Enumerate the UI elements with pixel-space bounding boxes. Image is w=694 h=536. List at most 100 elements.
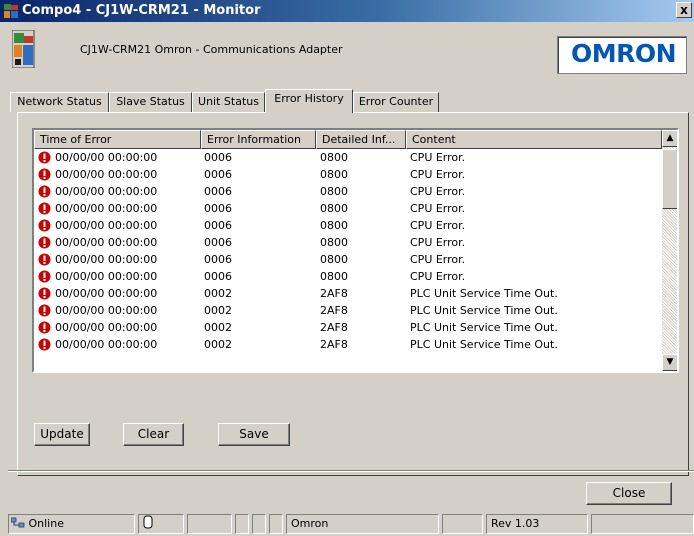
error-icon — [38, 270, 51, 283]
device-icon — [12, 30, 35, 68]
cell-error-information: 0002 — [204, 287, 232, 300]
cell-content: CPU Error. — [410, 270, 466, 283]
cell-error-information: 0002 — [204, 338, 232, 351]
table-row[interactable]: 00/00/00 00:00:00 0006 0800 CPU Error. — [34, 217, 661, 234]
cell-error-information: 0006 — [204, 253, 232, 266]
logo-text: OMRON — [571, 39, 677, 68]
cell-time-of-error: 00/00/00 00:00:00 — [55, 287, 158, 300]
scroll-down-button[interactable]: ▼ — [662, 354, 677, 371]
cell-content: PLC Unit Service Time Out. — [410, 338, 558, 351]
error-icon — [38, 185, 51, 198]
cell-time-of-error: 00/00/00 00:00:00 — [55, 151, 158, 164]
scroll-up-button[interactable]: ▲ — [662, 130, 677, 147]
scroll-thumb[interactable] — [662, 149, 677, 209]
status-vendor: Omron — [286, 514, 439, 534]
error-icon — [38, 168, 51, 181]
cell-error-information: 0002 — [204, 304, 232, 317]
cell-time-of-error: 00/00/00 00:00:00 — [55, 236, 158, 249]
status-cell-blank-5 — [442, 514, 483, 534]
cell-error-information: 0002 — [204, 321, 232, 334]
table-row[interactable]: 00/00/00 00:00:00 0006 0800 CPU Error. — [34, 268, 661, 285]
cell-detailed-information: 0800 — [320, 151, 348, 164]
error-icon — [38, 219, 51, 232]
status-cell-blank-2 — [235, 514, 249, 534]
table-row[interactable]: 00/00/00 00:00:00 0002 2AF8 PLC Unit Servic… — [34, 319, 661, 336]
error-icon — [38, 236, 51, 249]
table-row[interactable]: 00/00/00 00:00:00 0006 0800 CPU Error. — [34, 166, 661, 183]
save-button[interactable]: Save — [218, 423, 290, 446]
table-row[interactable]: 00/00/00 00:00:00 0002 2AF8 PLC Unit Servic… — [34, 302, 661, 319]
cylinder-icon — [143, 515, 153, 529]
cell-error-information: 0006 — [204, 236, 232, 249]
cell-detailed-information: 0800 — [320, 253, 348, 266]
cell-detailed-information: 0800 — [320, 168, 348, 181]
tab-error-history[interactable]: Error History — [265, 89, 353, 113]
cell-detailed-information: 0800 — [320, 219, 348, 232]
status-indicator — [138, 514, 184, 534]
table-row[interactable]: 00/00/00 00:00:00 0006 0800 CPU Error. — [34, 183, 661, 200]
cell-time-of-error: 00/00/00 00:00:00 — [55, 202, 158, 215]
table-row[interactable]: 00/00/00 00:00:00 0002 2AF8 PLC Unit Servic… — [34, 336, 661, 353]
cell-detailed-information: 0800 — [320, 236, 348, 249]
status-cell-blank-4 — [269, 514, 283, 534]
cell-detailed-information: 2AF8 — [320, 321, 348, 334]
window-close-button[interactable]: x — [676, 2, 692, 18]
cell-detailed-information: 2AF8 — [320, 287, 348, 300]
footer-divider — [8, 470, 694, 472]
table-row[interactable]: 00/00/00 00:00:00 0006 0800 CPU Error. — [34, 251, 661, 268]
column-error-information[interactable]: Error Information — [201, 130, 316, 149]
cell-time-of-error: 00/00/00 00:00:00 — [55, 185, 158, 198]
table-row[interactable]: 00/00/00 00:00:00 0006 0800 CPU Error. — [34, 149, 661, 166]
cell-time-of-error: 00/00/00 00:00:00 — [55, 253, 158, 266]
error-icon — [38, 287, 51, 300]
window-title: Compo4 - CJ1W-CRM21 - Monitor — [22, 3, 261, 18]
network-icon — [10, 517, 25, 528]
cell-detailed-information: 0800 — [320, 202, 348, 215]
cell-content: CPU Error. — [410, 202, 466, 215]
update-button[interactable]: Update — [34, 423, 90, 446]
title-bar: Compo4 - CJ1W-CRM21 - Monitor x — [0, 0, 694, 22]
tab-error-counter[interactable]: Error Counter — [353, 92, 439, 112]
error-icon — [38, 202, 51, 215]
cell-error-information: 0006 — [204, 151, 232, 164]
table-row[interactable]: 00/00/00 00:00:00 0002 2AF8 PLC Unit Servic… — [34, 285, 661, 302]
cell-detailed-information: 2AF8 — [320, 338, 348, 351]
vertical-scrollbar[interactable]: ▲ ▼ — [662, 130, 677, 371]
tab-slave-status[interactable]: Slave Status — [109, 92, 192, 112]
status-cell-blank-6 — [591, 514, 694, 534]
error-icon — [38, 321, 51, 334]
cell-error-information: 0006 — [204, 270, 232, 283]
cell-detailed-information: 2AF8 — [320, 304, 348, 317]
device-label: CJ1W-CRM21 Omron - Communications Adapte… — [80, 43, 343, 56]
cell-error-information: 0006 — [204, 168, 232, 181]
cell-detailed-information: 0800 — [320, 270, 348, 283]
table-row[interactable]: 00/00/00 00:00:00 0006 0800 CPU Error. — [34, 200, 661, 217]
list-header: Time of Error Error Information Detailed… — [34, 130, 677, 149]
device-header: CJ1W-CRM21 Omron - Communications Adapte… — [8, 26, 694, 78]
tab-unit-status[interactable]: Unit Status — [192, 92, 265, 112]
cell-content: PLC Unit Service Time Out. — [410, 287, 558, 300]
cell-time-of-error: 00/00/00 00:00:00 — [55, 338, 158, 351]
cell-time-of-error: 00/00/00 00:00:00 — [55, 321, 158, 334]
cell-time-of-error: 00/00/00 00:00:00 — [55, 270, 158, 283]
status-cell-blank-1 — [187, 514, 232, 534]
cell-error-information: 0006 — [204, 202, 232, 215]
status-bar: Online Omron Rev 1.03 — [8, 512, 694, 536]
tab-network-status[interactable]: Network Status — [10, 92, 109, 112]
cell-content: CPU Error. — [410, 185, 466, 198]
cell-detailed-information: 0800 — [320, 185, 348, 198]
status-cell-blank-3 — [252, 514, 266, 534]
cell-content: CPU Error. — [410, 253, 466, 266]
error-icon — [38, 304, 51, 317]
close-button[interactable]: Close — [586, 482, 672, 505]
column-time-of-error[interactable]: Time of Error — [34, 130, 201, 149]
error-icon — [38, 151, 51, 164]
column-detailed-information[interactable]: Detailed Inf... — [316, 130, 406, 149]
clear-button[interactable]: Clear — [123, 423, 184, 446]
cell-time-of-error: 00/00/00 00:00:00 — [55, 168, 158, 181]
status-connection: Online — [8, 514, 135, 534]
column-content[interactable]: Content — [406, 130, 662, 149]
error-history-list[interactable]: Time of Error Error Information Detailed… — [32, 128, 679, 373]
app-icon — [4, 4, 18, 18]
table-row[interactable]: 00/00/00 00:00:00 0006 0800 CPU Error. — [34, 234, 661, 251]
